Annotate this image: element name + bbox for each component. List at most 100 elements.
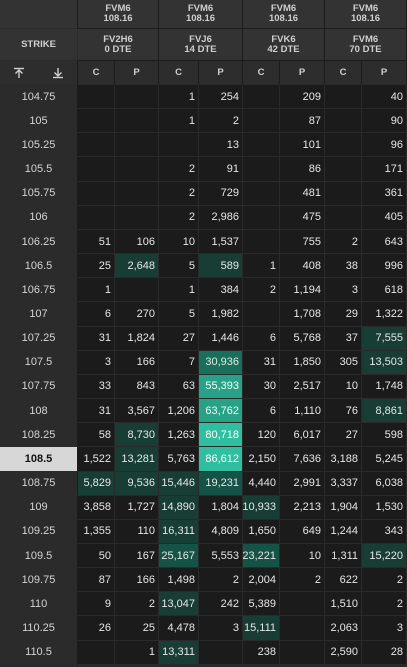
put-cell[interactable]: 2 xyxy=(362,568,407,593)
put-cell[interactable]: 408 xyxy=(280,254,325,279)
call-cell[interactable]: 38 xyxy=(325,254,362,279)
strike-cell[interactable]: 110.25 xyxy=(0,616,78,641)
call-cell[interactable]: 4,478 xyxy=(159,616,199,641)
put-cell[interactable]: 2,991 xyxy=(280,471,325,496)
strike-cell[interactable]: 106.25 xyxy=(0,229,78,255)
put-cell[interactable]: 2 xyxy=(362,592,407,617)
put-cell[interactable]: 5,245 xyxy=(362,447,407,472)
strike-cell[interactable]: 105.75 xyxy=(0,181,78,206)
put-cell[interactable]: 7,555 xyxy=(362,326,407,351)
call-cell[interactable]: 13,047 xyxy=(159,592,199,617)
call-cell[interactable] xyxy=(243,133,280,158)
put-cell[interactable]: 19,231 xyxy=(199,471,243,496)
strike-cell[interactable]: 108.25 xyxy=(0,423,78,448)
put-cell[interactable]: 589 xyxy=(199,254,243,279)
call-cell[interactable]: 26 xyxy=(78,616,115,641)
put-cell[interactable]: 55,393 xyxy=(199,374,243,400)
call-cell[interactable] xyxy=(243,157,280,182)
pin-bottom-icon[interactable] xyxy=(52,67,64,79)
call-cell[interactable]: 622 xyxy=(325,568,362,593)
put-cell[interactable]: 28 xyxy=(362,640,407,665)
call-cell[interactable] xyxy=(243,302,280,327)
put-cell[interactable]: 2 xyxy=(199,109,243,134)
option-expiry-header[interactable]: FVK6 42 DTE xyxy=(243,29,325,61)
put-cell[interactable] xyxy=(280,616,325,641)
group-future-header[interactable]: FVM6 108.16 xyxy=(159,0,243,29)
call-cell[interactable]: 3 xyxy=(78,350,115,375)
call-cell[interactable] xyxy=(243,109,280,134)
put-column-header[interactable]: P xyxy=(362,61,407,85)
put-cell[interactable]: 2,213 xyxy=(280,495,325,520)
call-cell[interactable] xyxy=(325,85,362,110)
call-cell[interactable]: 1,311 xyxy=(325,543,362,569)
call-cell[interactable]: 5,763 xyxy=(159,447,199,472)
put-cell[interactable]: 270 xyxy=(115,302,159,327)
put-cell[interactable]: 13 xyxy=(199,133,243,158)
call-column-header[interactable]: C xyxy=(325,61,362,85)
put-cell[interactable]: 361 xyxy=(362,181,407,206)
put-cell[interactable]: 166 xyxy=(115,568,159,593)
put-cell[interactable]: 1,748 xyxy=(362,374,407,400)
put-cell[interactable]: 86,612 xyxy=(199,447,243,472)
call-cell[interactable]: 63 xyxy=(159,374,199,400)
put-cell[interactable]: 1,110 xyxy=(280,399,325,424)
put-cell[interactable]: 1,322 xyxy=(362,302,407,327)
group-future-header[interactable]: FVM6 108.16 xyxy=(325,0,407,29)
call-cell[interactable]: 5 xyxy=(159,254,199,279)
call-cell[interactable]: 10 xyxy=(325,374,362,400)
call-cell[interactable]: 87 xyxy=(78,568,115,593)
call-cell[interactable]: 1,244 xyxy=(325,519,362,544)
call-cell[interactable]: 2 xyxy=(159,157,199,182)
call-cell[interactable]: 2,590 xyxy=(325,640,362,665)
put-cell[interactable]: 481 xyxy=(280,181,325,206)
put-cell[interactable]: 6,017 xyxy=(280,423,325,448)
put-cell[interactable]: 3 xyxy=(362,616,407,641)
put-cell[interactable]: 209 xyxy=(280,85,325,110)
group-future-header[interactable]: FVM6 108.16 xyxy=(243,0,325,29)
call-cell[interactable]: 238 xyxy=(243,640,280,665)
strike-cell[interactable]: 106.5 xyxy=(0,254,78,279)
put-column-header[interactable]: P xyxy=(280,61,325,85)
put-cell[interactable]: 166 xyxy=(115,350,159,375)
call-cell[interactable] xyxy=(78,157,115,182)
put-cell[interactable]: 1,446 xyxy=(199,326,243,351)
group-future-header[interactable]: FVM6 108.16 xyxy=(78,0,159,29)
put-cell[interactable]: 171 xyxy=(362,157,407,182)
put-cell[interactable]: 3 xyxy=(199,616,243,641)
strike-cell[interactable]: 109 xyxy=(0,495,78,520)
put-cell[interactable]: 643 xyxy=(362,229,407,255)
put-cell[interactable]: 755 xyxy=(280,229,325,255)
strike-cell[interactable]: 110 xyxy=(0,592,78,617)
put-cell[interactable] xyxy=(115,109,159,134)
call-cell[interactable] xyxy=(78,85,115,110)
put-cell[interactable]: 10 xyxy=(280,543,325,569)
put-cell[interactable]: 1,530 xyxy=(362,495,407,520)
call-cell[interactable]: 1,206 xyxy=(159,399,199,424)
call-cell[interactable]: 2,004 xyxy=(243,568,280,593)
put-cell[interactable]: 2 xyxy=(280,568,325,593)
put-cell[interactable]: 63,762 xyxy=(199,399,243,424)
strike-cell[interactable]: 110.5 xyxy=(0,640,78,665)
put-cell[interactable]: 30,936 xyxy=(199,350,243,375)
put-cell[interactable]: 405 xyxy=(362,205,407,230)
put-cell[interactable]: 1,708 xyxy=(280,302,325,327)
put-cell[interactable]: 6,038 xyxy=(362,471,407,496)
call-cell[interactable] xyxy=(325,133,362,158)
call-cell[interactable]: 2,063 xyxy=(325,616,362,641)
pin-top-icon[interactable] xyxy=(13,67,25,79)
put-cell[interactable]: 106 xyxy=(115,229,159,255)
call-cell[interactable]: 1,510 xyxy=(325,592,362,617)
call-cell[interactable]: 3 xyxy=(325,278,362,303)
strike-cell[interactable]: 107.25 xyxy=(0,326,78,351)
strike-cell[interactable]: 107.75 xyxy=(0,374,78,400)
put-cell[interactable]: 618 xyxy=(362,278,407,303)
call-cell[interactable] xyxy=(78,109,115,134)
put-cell[interactable]: 2 xyxy=(115,592,159,617)
call-cell[interactable] xyxy=(325,205,362,230)
call-cell[interactable]: 2 xyxy=(159,205,199,230)
call-cell[interactable]: 3,337 xyxy=(325,471,362,496)
put-cell[interactable]: 254 xyxy=(199,85,243,110)
call-cell[interactable]: 37 xyxy=(325,326,362,351)
put-cell[interactable]: 90 xyxy=(362,109,407,134)
put-cell[interactable]: 1,824 xyxy=(115,326,159,351)
